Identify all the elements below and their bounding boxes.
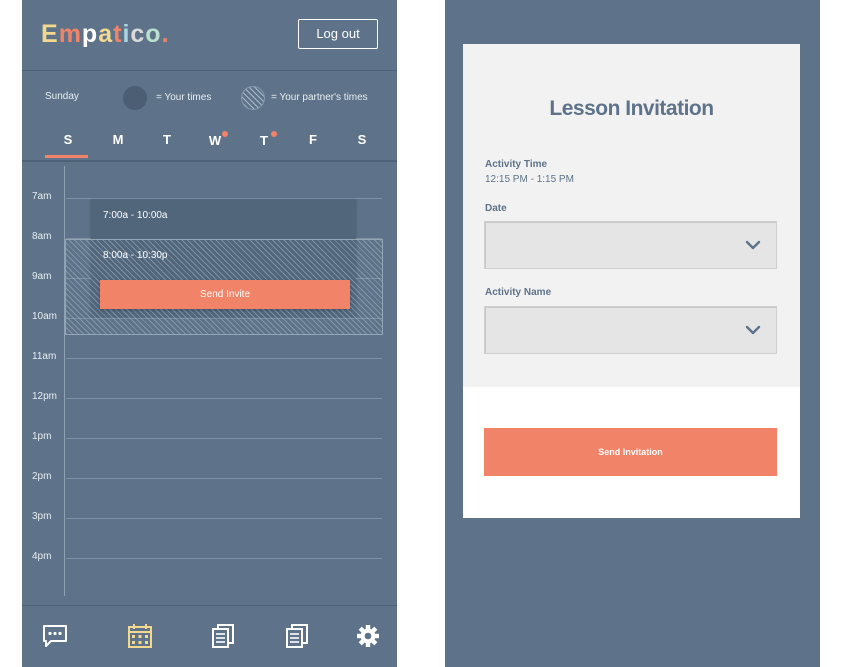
active-day-indicator bbox=[45, 155, 88, 158]
activity-name-label: Activity Name bbox=[485, 287, 552, 298]
hour-label: 8am bbox=[32, 231, 52, 242]
logo-letter: i bbox=[122, 20, 131, 48]
event-indicator-dot bbox=[222, 131, 228, 137]
invitation-form: Lesson Invitation Activity Time 12:15 PM… bbox=[463, 44, 800, 387]
activity-name-select[interactable] bbox=[484, 306, 777, 354]
logo-letter: p bbox=[81, 20, 99, 48]
invitation-screen: Lesson Invitation Activity Time 12:15 PM… bbox=[445, 0, 820, 667]
event-indicator-dot bbox=[271, 131, 277, 137]
empatico-logo: Empatico. bbox=[41, 20, 170, 49]
send-invitation-button[interactable]: Send Invitation bbox=[484, 428, 777, 476]
hour-gridline bbox=[66, 518, 382, 519]
logo-letter: c bbox=[130, 20, 146, 48]
hour-label: 7am bbox=[32, 191, 52, 202]
hour-gridline bbox=[66, 558, 382, 559]
chevron-down-icon bbox=[745, 325, 761, 335]
partner-times-legend: = Your partner's times bbox=[271, 92, 368, 103]
day-tab-thursday[interactable]: T bbox=[249, 131, 279, 148]
calendar-icon[interactable] bbox=[126, 622, 154, 650]
your-availability-range: 7:00a - 10:00a bbox=[103, 210, 168, 221]
hour-gridline bbox=[66, 438, 382, 439]
chat-icon[interactable] bbox=[41, 622, 69, 650]
your-times-swatch bbox=[123, 86, 147, 110]
day-tab-friday[interactable]: F bbox=[298, 132, 328, 147]
hour-label: 4pm bbox=[32, 551, 52, 562]
activity-time-value: 12:15 PM - 1:15 PM bbox=[485, 174, 574, 185]
your-times-legend: = Your times bbox=[156, 92, 212, 103]
hour-gridline bbox=[66, 478, 382, 479]
logo-letter: E bbox=[41, 20, 59, 48]
chevron-down-icon bbox=[745, 240, 761, 250]
partner-times-swatch bbox=[241, 86, 265, 110]
hour-gridline bbox=[66, 358, 382, 359]
hour-label: 3pm bbox=[32, 511, 52, 522]
day-tab-tuesday[interactable]: T bbox=[152, 132, 182, 147]
hour-gridline bbox=[66, 398, 382, 399]
activity-time-label: Activity Time bbox=[485, 159, 548, 170]
hour-label: 2pm bbox=[32, 471, 52, 482]
logo-letter: m bbox=[58, 20, 82, 48]
hour-label: 11am bbox=[32, 351, 57, 362]
logout-button[interactable]: Log out bbox=[298, 19, 378, 49]
selected-day-label: Sunday bbox=[45, 91, 79, 102]
date-label: Date bbox=[485, 203, 507, 214]
day-tab-sunday[interactable]: S bbox=[53, 132, 83, 147]
day-tab-wednesday[interactable]: W bbox=[200, 131, 230, 148]
logo-letter: t bbox=[113, 20, 123, 48]
hour-label: 12pm bbox=[32, 391, 58, 402]
hour-label: 9am bbox=[32, 271, 52, 282]
day-tab-saturday[interactable]: S bbox=[347, 132, 377, 147]
hour-label: 1pm bbox=[32, 431, 52, 442]
document-icon[interactable] bbox=[209, 622, 237, 650]
top-bar: Empatico. Log out bbox=[22, 0, 397, 71]
page-title: Lesson Invitation bbox=[549, 97, 714, 120]
notes-icon[interactable] bbox=[283, 622, 311, 650]
hour-label: 10am bbox=[32, 311, 58, 322]
gear-icon[interactable] bbox=[354, 622, 382, 650]
logo-letter: o bbox=[145, 20, 162, 48]
timeline-axis bbox=[64, 166, 65, 596]
logo-letter: . bbox=[161, 20, 170, 48]
day-tab-monday[interactable]: M bbox=[103, 132, 133, 147]
schedule-screen: Empatico. Log out Sunday = Your times = … bbox=[22, 0, 397, 667]
partner-availability-range: 8:00a - 10:30p bbox=[103, 250, 168, 261]
send-invite-button[interactable]: Send Invite bbox=[100, 280, 350, 309]
lesson-invitation-card: Lesson Invitation Activity Time 12:15 PM… bbox=[463, 44, 800, 518]
logo-letter: a bbox=[98, 20, 114, 48]
date-select[interactable] bbox=[484, 221, 777, 269]
